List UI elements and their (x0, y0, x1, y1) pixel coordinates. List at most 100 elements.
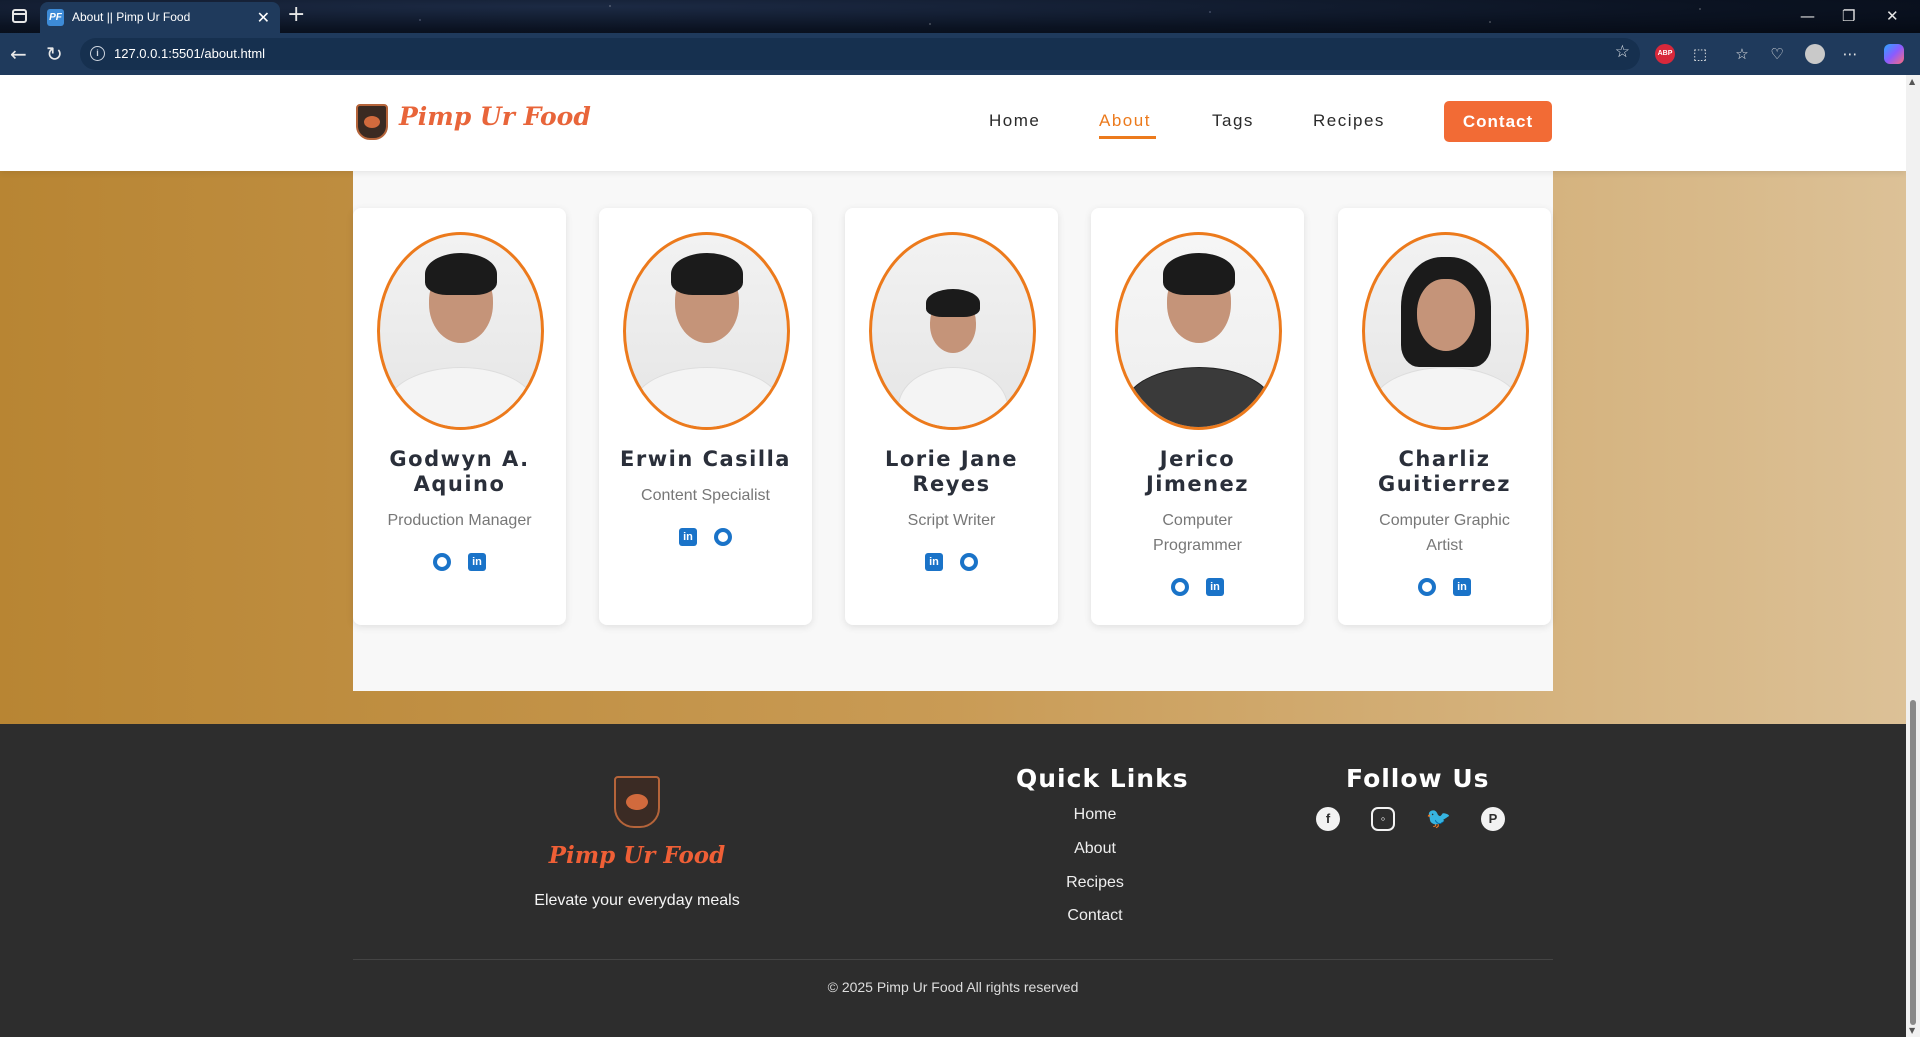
reload-icon[interactable]: ↻ (46, 42, 63, 66)
extensions-icon[interactable]: ⬚ (1690, 44, 1710, 64)
name-line: Aquino (413, 472, 506, 496)
more-icon[interactable]: ⋯ (1840, 44, 1860, 64)
quick-links-heading: Quick Links (1016, 764, 1189, 793)
site-footer: Pimp Ur Food Elevate your everyday meals… (0, 724, 1906, 1037)
role-line: Content Specialist (641, 487, 770, 504)
favicon-icon: PF (47, 9, 64, 26)
photo-shirt (1370, 367, 1521, 427)
window-menu-icon[interactable] (12, 9, 27, 23)
nav-about[interactable]: About (1099, 111, 1151, 131)
copyright-text: © 2025 Pimp Ur Food All rights reserved (827, 979, 1079, 995)
linkedin-icon[interactable]: in (925, 553, 943, 571)
footer-link-about[interactable]: About (1000, 840, 1190, 858)
team-card: Jerico Jimenez Computer Programmer in (1091, 208, 1304, 625)
team-name: Erwin Casilla (609, 447, 802, 472)
facebook-icon[interactable]: f (1316, 807, 1340, 831)
footer-link-home[interactable]: Home (1000, 806, 1190, 824)
tab-title: About || Pimp Ur Food (72, 10, 191, 24)
team-name: Charliz Guitierrez (1348, 447, 1541, 497)
github-icon[interactable] (1418, 578, 1436, 596)
url-text[interactable]: 127.0.0.1:5501/about.html (114, 46, 265, 61)
linkedin-icon[interactable]: in (1206, 578, 1224, 596)
favorites-icon[interactable]: ☆ (1732, 44, 1752, 64)
role-line: Computer Graphic (1379, 512, 1510, 529)
team-photo (1115, 232, 1282, 430)
nav-recipes[interactable]: Recipes (1313, 111, 1385, 131)
restore-icon[interactable]: ❐ (1842, 7, 1855, 25)
adblock-icon[interactable]: ABP (1655, 44, 1675, 64)
team-role: Script Writer (855, 508, 1048, 533)
browser-tab-active[interactable]: PF About || Pimp Ur Food ✕ (40, 2, 280, 33)
github-icon[interactable] (714, 528, 732, 546)
photo-vest (1123, 367, 1274, 427)
address-bar[interactable]: i 127.0.0.1:5501/about.html ☆ (80, 38, 1640, 70)
linkedin-icon[interactable]: in (679, 528, 697, 546)
team-role: Computer Programmer (1101, 508, 1294, 558)
photo-shirt (897, 367, 1008, 427)
name-line: Reyes (912, 472, 991, 496)
nav-home[interactable]: Home (989, 111, 1040, 131)
team-name: Godwyn A. Aquino (363, 447, 556, 497)
star-icon[interactable]: ☆ (1615, 42, 1630, 62)
close-window-icon[interactable]: ✕ (1886, 7, 1899, 25)
browser-toolbar: ← ↻ i 127.0.0.1:5501/about.html ☆ ABP ⬚ … (0, 33, 1920, 75)
name-line: Erwin Casilla (620, 447, 791, 471)
scrollbar-thumb[interactable] (1910, 700, 1916, 1025)
team-role: Production Manager (363, 508, 556, 533)
name-line: Guitierrez (1377, 472, 1512, 496)
footer-link-contact[interactable]: Contact (1000, 907, 1190, 925)
photo-hair (670, 253, 743, 295)
logo-text[interactable]: Pimp Ur Food (399, 102, 591, 131)
scroll-down-icon[interactable]: ▼ (1909, 1026, 1915, 1035)
nav-tags[interactable]: Tags (1212, 111, 1254, 131)
name-line: Jerico (1159, 447, 1236, 471)
team-photo (623, 232, 790, 430)
role-line: Script Writer (907, 512, 996, 529)
name-line: Charliz (1398, 447, 1491, 471)
footer-logo-icon[interactable] (614, 776, 660, 828)
role-line: Computer (1162, 512, 1233, 529)
pinterest-icon[interactable]: P (1481, 807, 1505, 831)
page-viewport: Pimp Ur Food Home About Tags Recipes Con… (0, 75, 1906, 1037)
name-line: Jimenez (1145, 472, 1250, 496)
team-photo (1362, 232, 1529, 430)
browser-tab-bar: PF About || Pimp Ur Food ✕ + — ❐ ✕ (0, 0, 1920, 33)
back-icon[interactable]: ← (10, 42, 27, 66)
profile-icon[interactable] (1805, 44, 1825, 64)
github-icon[interactable] (960, 553, 978, 571)
copilot-icon[interactable] (1884, 44, 1904, 64)
minimize-icon[interactable]: — (1800, 7, 1815, 25)
team-card: Charliz Guitierrez Computer Graphic Arti… (1338, 208, 1551, 625)
health-icon[interactable]: ♡ (1767, 44, 1787, 64)
site-header: Pimp Ur Food Home About Tags Recipes Con… (0, 75, 1906, 171)
role-line: Programmer (1153, 537, 1242, 554)
role-line: Artist (1426, 537, 1463, 554)
tab-close-icon[interactable]: ✕ (257, 8, 270, 27)
contact-button[interactable]: Contact (1444, 101, 1552, 142)
instagram-icon[interactable]: ◦ (1371, 807, 1395, 831)
github-icon[interactable] (433, 553, 451, 571)
role-line: Production Manager (387, 512, 532, 529)
linkedin-icon[interactable]: in (1453, 578, 1471, 596)
photo-hair (1162, 253, 1235, 295)
footer-tagline: Elevate your everyday meals (534, 892, 740, 909)
github-icon[interactable] (1171, 578, 1189, 596)
logo-icon[interactable] (356, 104, 388, 140)
name-line: Godwyn A. (389, 447, 530, 471)
site-info-icon[interactable]: i (90, 46, 105, 61)
footer-logo-text[interactable]: Pimp Ur Food (537, 842, 737, 869)
follow-us-heading: Follow Us (1346, 764, 1490, 793)
linkedin-icon[interactable]: in (468, 553, 486, 571)
team-card: Godwyn A. Aquino Production Manager in (353, 208, 566, 625)
scroll-up-icon[interactable]: ▲ (1909, 77, 1915, 86)
page-scrollbar[interactable]: ▲ ▼ (1906, 75, 1920, 1037)
team-card: Erwin Casilla Content Specialist in (599, 208, 812, 625)
nav-active-underline (1099, 136, 1156, 139)
team-name: Jerico Jimenez (1101, 447, 1294, 497)
twitter-icon[interactable]: 🐦 (1426, 807, 1451, 831)
new-tab-icon[interactable]: + (287, 2, 305, 27)
footer-link-recipes[interactable]: Recipes (1000, 874, 1190, 892)
footer-divider (353, 959, 1553, 960)
photo-face (1416, 279, 1475, 351)
team-role: Computer Graphic Artist (1348, 508, 1541, 558)
